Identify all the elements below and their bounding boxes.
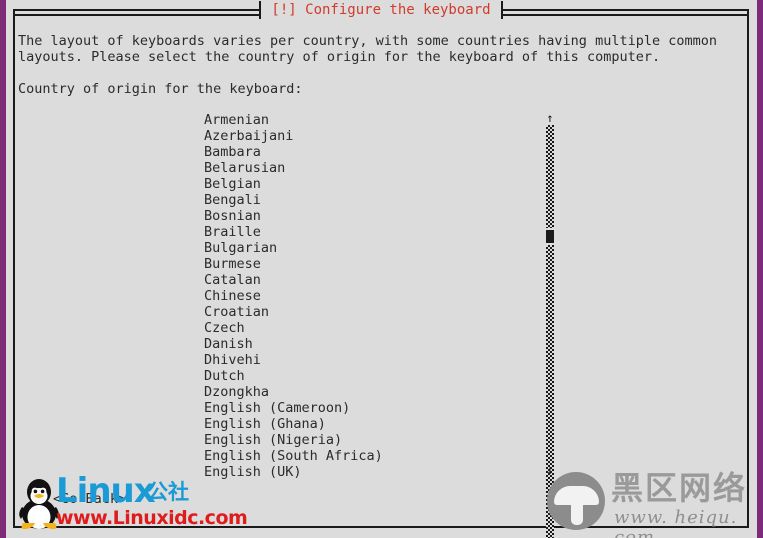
country-list-item[interactable]: English (Ghana) [202,416,528,432]
scroll-up-arrow-icon[interactable]: ↑ [544,112,556,124]
scroll-down-arrow-icon[interactable]: ↓ [544,464,556,476]
country-list[interactable]: Armenian Azerbaijani Bambara Belarusian Belg… [202,112,528,480]
country-list-item[interactable]: Bambara [202,144,528,160]
scrollbar-track-upper[interactable] [546,125,554,228]
intro-text-line-1: The layout of keyboards varies per count… [18,33,717,49]
country-list-item[interactable]: English (Nigeria) [202,432,528,448]
country-list-item[interactable]: Bulgarian [202,240,528,256]
country-list-item[interactable]: Chinese [202,288,528,304]
country-list-item[interactable]: Bosnian [202,208,528,224]
scrollbar-track-lower[interactable] [546,245,554,538]
scrollbar-thumb[interactable] [546,230,554,243]
country-list-item[interactable]: Armenian [202,112,528,128]
country-list-item[interactable]: English (UK) [202,464,528,480]
country-list-item[interactable]: Burmese [202,256,528,272]
country-list-item[interactable]: Azerbaijani [202,128,528,144]
country-list-item[interactable]: Belarusian [202,160,528,176]
screen-right-edge-strip [757,0,763,538]
country-list-item[interactable]: Czech [202,320,528,336]
country-list-item[interactable]: Dutch [202,368,528,384]
country-list-item[interactable]: Catalan [202,272,528,288]
country-list-item[interactable]: Bengali [202,192,528,208]
country-list-item[interactable]: Croatian [202,304,528,320]
screen-left-edge-strip [0,0,6,538]
country-list-scrollbar[interactable]: ↑ ↓ [544,112,556,538]
intro-text-line-2: layouts. Please select the country of or… [18,49,661,65]
country-list-item[interactable]: Dhivehi [202,352,528,368]
country-list-item[interactable]: Danish [202,336,528,352]
go-back-button[interactable]: <Go Back> [53,491,126,507]
country-list-item[interactable]: Braille [202,224,528,240]
country-list-item[interactable]: English (South Africa) [202,448,528,464]
country-list-item[interactable]: Dzongkha [202,384,528,400]
country-list-item[interactable]: English (Cameroon) [202,400,528,416]
country-prompt-label: Country of origin for the keyboard: [18,81,303,97]
installer-screen: [!] Configure the keyboard The layout of… [0,0,763,538]
country-list-item[interactable]: Belgian [202,176,528,192]
